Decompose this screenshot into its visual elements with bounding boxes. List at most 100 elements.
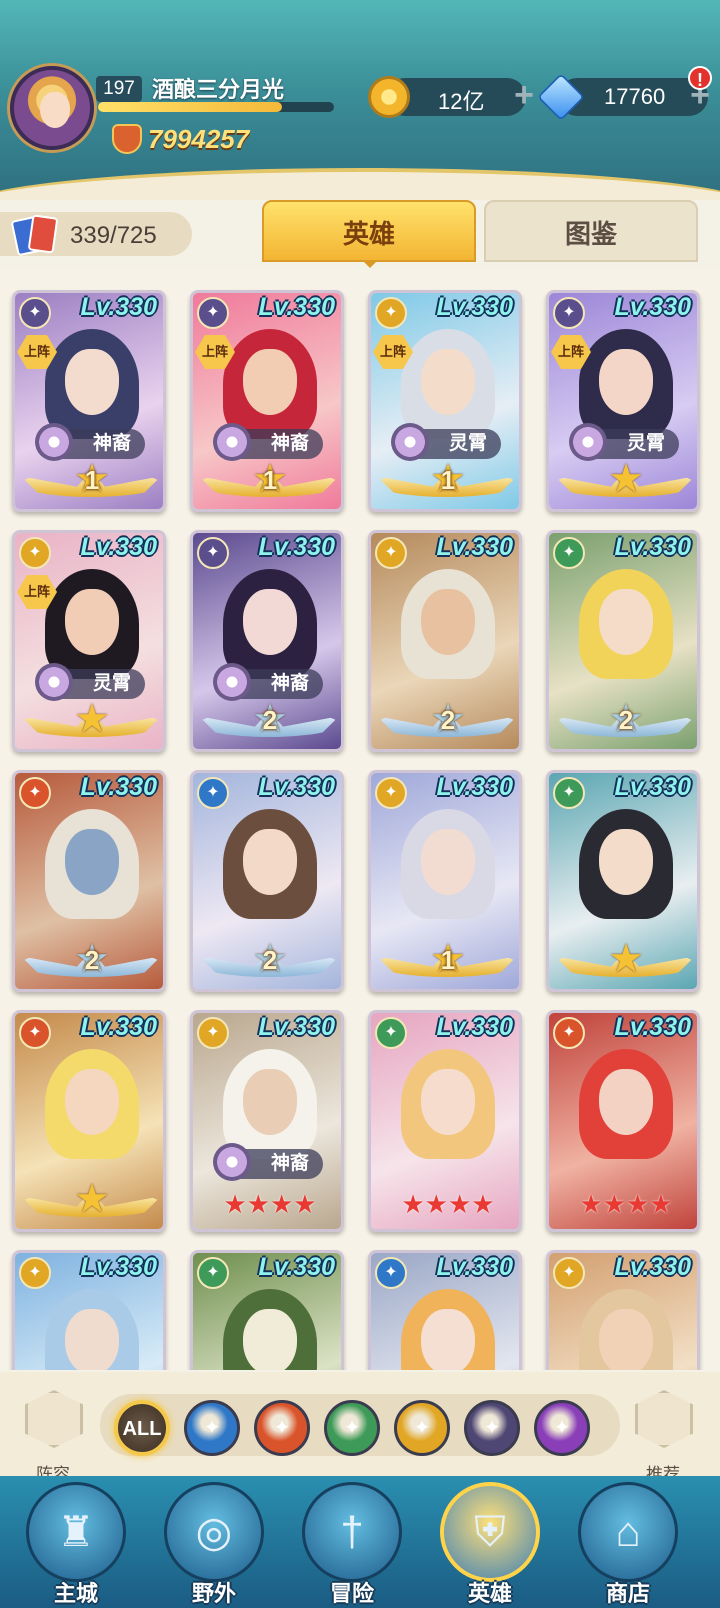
hero-card[interactable]: ✦ Lv.330 上阵 神裔 ★ 1	[12, 290, 166, 512]
hero-face	[65, 829, 119, 895]
hero-level: Lv.330	[614, 293, 691, 321]
nav-label: 冒险	[329, 1581, 374, 1606]
hero-face	[243, 349, 297, 415]
hero-face	[599, 1069, 653, 1135]
rank-number: 2	[618, 705, 634, 735]
helmet-icon: ⛨	[474, 1508, 506, 1555]
hero-card[interactable]: ✦ Lv.330 神裔 ★★★★	[190, 1010, 344, 1232]
filter-arcane-button[interactable]: ✦	[534, 1400, 590, 1456]
hero-card[interactable]: ✦ Lv.330 ★	[12, 1010, 166, 1232]
faction-red-icon: ✦	[19, 777, 51, 809]
hero-grid: ✦ Lv.330 上阵 神裔 ★ 1 ✦ Lv.330 上阵 神裔 ★ 1 ✦ Lv.330 上阵 灵霄 ★ 1 ✦…	[0, 270, 720, 1370]
hero-card[interactable]: ✦ Lv.330 ★ 1	[368, 770, 522, 992]
filter-all-button[interactable]: ALL	[114, 1400, 170, 1456]
hero-card[interactable]: ✦ Lv.330 ★ 2	[368, 530, 522, 752]
faction-red-icon: ✦	[553, 1017, 585, 1049]
exp-fill	[98, 102, 283, 112]
hero-face	[421, 829, 475, 895]
faction-purple-icon: ✦	[553, 297, 585, 329]
hero-face	[243, 589, 297, 655]
filter-wind-button[interactable]: ✦	[324, 1400, 380, 1456]
exp-bar	[98, 102, 334, 112]
title-emblem-icon	[391, 423, 429, 461]
hero-level: Lv.330	[80, 293, 157, 321]
rank-number: 1	[262, 465, 278, 495]
hero-level: Lv.330	[258, 293, 335, 321]
hero-card[interactable]: ✦ Lv.330	[190, 1250, 344, 1370]
hero-level: Lv.330	[80, 1013, 157, 1041]
rank-star-icon: ★	[608, 937, 644, 981]
hero-face	[243, 829, 297, 895]
player-avatar[interactable]	[10, 66, 94, 150]
hero-level: Lv.330	[614, 533, 691, 561]
rank-number: 2	[440, 705, 456, 735]
hero-face	[243, 1069, 297, 1135]
nav-shop-button[interactable]: ⌂ 商店	[570, 1482, 686, 1606]
nav-wild-button[interactable]: ◎ 野外	[156, 1482, 272, 1606]
tab-codex[interactable]: 图鉴	[484, 200, 698, 262]
recommend-button[interactable]	[632, 1390, 696, 1448]
hero-level: Lv.330	[436, 773, 513, 801]
faction-blue-icon: ✦	[197, 777, 229, 809]
red-star-rating: ★★★★	[579, 1189, 673, 1219]
faction-yellow-icon: ✦	[375, 297, 407, 329]
gold-value: 12亿	[438, 89, 485, 114]
filter-water-button[interactable]: ✦	[184, 1400, 240, 1456]
hero-card[interactable]: ✦ Lv.330 ★ 2	[546, 530, 700, 752]
hero-level: Lv.330	[614, 773, 691, 801]
tab-heroes[interactable]: 英雄	[262, 200, 476, 262]
gem-alert-badge: !	[688, 66, 712, 90]
title-emblem-icon	[569, 423, 607, 461]
faction-purple-icon: ✦	[197, 297, 229, 329]
hero-card[interactable]: ✦ Lv.330 上阵 神裔 ★ 1	[190, 290, 344, 512]
rank-number: 2	[262, 945, 278, 975]
nav-castle-button[interactable]: ♜ 主城	[18, 1482, 134, 1606]
collection-count: 339/725	[70, 222, 157, 249]
hero-card[interactable]: ✦ Lv.330 ★★★★	[368, 1010, 522, 1232]
hero-card[interactable]: ✦ Lv.330 ★★★★	[546, 1010, 700, 1232]
avatar-face	[40, 92, 70, 128]
filter-fire-button[interactable]: ✦	[254, 1400, 310, 1456]
hero-face	[421, 1069, 475, 1135]
hero-card[interactable]: ✦ Lv.330 ★ 2	[12, 770, 166, 992]
hero-level: Lv.330	[258, 533, 335, 561]
hero-card[interactable]: ✦ Lv.330 上阵 灵霄 ★	[546, 290, 700, 512]
filter-shadow-button[interactable]: ✦	[464, 1400, 520, 1456]
gold-coin-icon	[368, 76, 410, 118]
faction-green-icon: ✦	[553, 537, 585, 569]
faction-yellow-icon: ✦	[375, 537, 407, 569]
rank-number: 1	[440, 945, 456, 975]
hero-face	[65, 1309, 119, 1370]
hero-card[interactable]: ✦ Lv.330 上阵 灵霄 ★	[12, 530, 166, 752]
hero-card[interactable]: ✦ Lv.330	[546, 1250, 700, 1370]
title-emblem-icon	[213, 423, 251, 461]
sword-icon: †	[340, 1508, 364, 1555]
faction-yellow-icon: ✦	[19, 1257, 51, 1289]
rank-star-icon: ★	[74, 697, 110, 741]
hero-face	[65, 1069, 119, 1135]
rank-number: 1	[440, 465, 456, 495]
wild-icon: ◎	[195, 1508, 233, 1555]
rank-number: 1	[84, 465, 100, 495]
hero-face	[65, 349, 119, 415]
hero-card[interactable]: ✦ Lv.330 ★ 2	[190, 770, 344, 992]
hero-card[interactable]: ✦ Lv.330 神裔 ★ 2	[190, 530, 344, 752]
hero-card[interactable]: ✦ Lv.330 ★	[546, 770, 700, 992]
filter-light-button[interactable]: ✦	[394, 1400, 450, 1456]
nav-sword-button[interactable]: † 冒险	[294, 1482, 410, 1606]
gem-value: 17760	[604, 84, 666, 109]
hero-card[interactable]: ✦ Lv.330	[368, 1250, 522, 1370]
hero-level: Lv.330	[436, 293, 513, 321]
faction-yellow-icon: ✦	[375, 777, 407, 809]
faction-blue-icon: ✦	[375, 1257, 407, 1289]
lineup-button[interactable]	[22, 1390, 86, 1448]
hero-level: Lv.330	[436, 1253, 513, 1281]
add-gold-button[interactable]: +	[508, 78, 540, 112]
hero-face	[421, 349, 475, 415]
nav-helmet-button[interactable]: ⛨ 英雄	[432, 1482, 548, 1606]
hero-card[interactable]: ✦ Lv.330	[12, 1250, 166, 1370]
nav-label: 主城	[53, 1581, 98, 1606]
player-name: 酒酿三分月光	[152, 77, 285, 102]
hero-level: Lv.330	[436, 1013, 513, 1041]
hero-card[interactable]: ✦ Lv.330 上阵 灵霄 ★ 1	[368, 290, 522, 512]
